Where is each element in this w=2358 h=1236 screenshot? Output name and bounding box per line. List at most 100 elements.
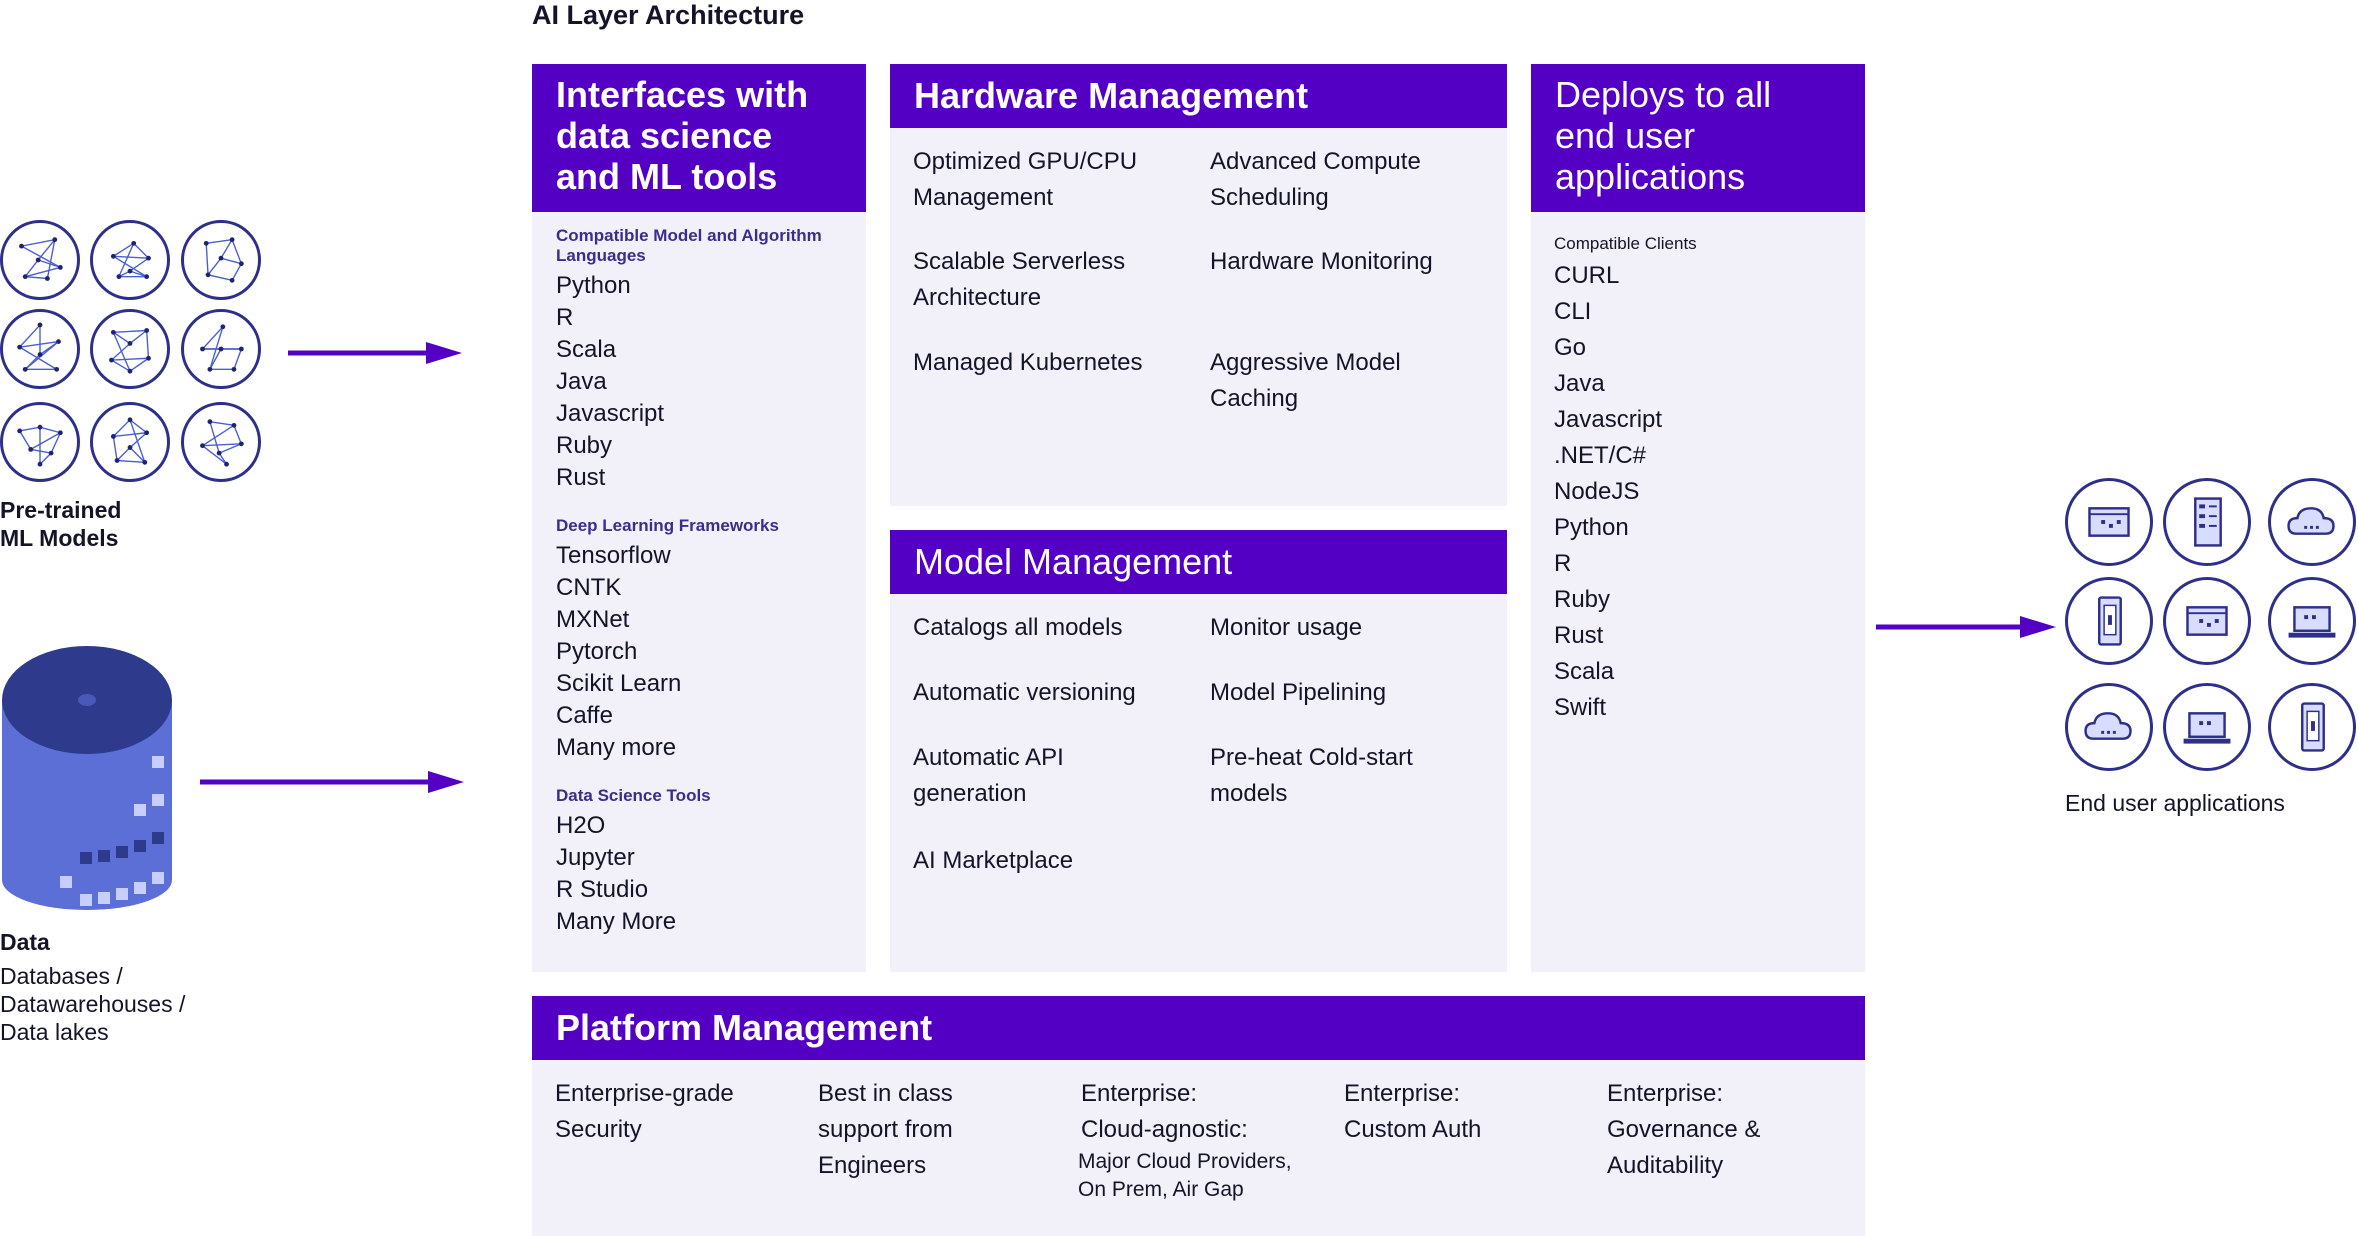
hardware-cell: Managed Kubernetes [913,345,1143,381]
platform-item: Enterprise-grade Security [555,1076,734,1148]
hardware-cell: Aggressive Model Caching [1210,345,1401,417]
arrow-right-icon [288,342,462,364]
client-item: Swift [1554,694,1607,721]
cell-line: Scheduling [1210,184,1329,211]
model-cell: Automatic versioning [913,675,1136,711]
platform-item-line: Best in class [818,1080,953,1107]
neural-network-icon [90,402,170,482]
clients-list: CURL CLI Go Java Javascript .NET/C# NodeJS Pyth… [1554,258,1842,726]
platform-item-line: Security [555,1116,642,1143]
list-item: R [556,304,574,331]
page-title: AI Layer Architecture [532,0,805,30]
arrow-right-icon [1876,616,2056,638]
server-rack-icon [2163,478,2251,566]
neural-network-icon [0,402,80,482]
hardware-header: Hardware Management [890,64,1507,128]
cell-line: Optimized GPU/CPU [913,148,1138,175]
platform-title: Platform Management [556,1007,933,1048]
platform-item-line: Enterprise: [1344,1080,1461,1107]
clients-label: Compatible Clients [1554,234,1697,253]
list-item: H2O [556,812,606,839]
model-cell: Pre-heat Cold-start models [1210,740,1413,812]
browser-window-icon [2065,478,2153,566]
laptop-icon [2268,577,2356,665]
cell-line: Model Pipelining [1210,679,1387,706]
platform-item-line: Governance & [1607,1116,1761,1143]
list-item: Jupyter [556,844,635,871]
cell-line: generation [913,780,1027,807]
model-cell: Catalogs all models [913,610,1122,646]
list-item: Java [556,368,607,395]
cell-line: Automatic API [913,744,1064,771]
cell-line: Management [913,184,1054,211]
hardware-cell: Hardware Monitoring [1210,244,1433,280]
list-item: MXNet [556,606,630,633]
model-panel: Model Management Catalogs all models Mon… [890,530,1507,972]
list-item: Python [556,272,631,299]
deploys-title-line: end user [1555,115,1696,156]
platform-item-note: On Prem, Air Gap [1078,1178,1244,1201]
cell-line: Architecture [913,284,1042,311]
client-item: CURL [1554,262,1620,289]
platform-item-note: Major Cloud Providers, [1078,1150,1292,1173]
list-item: Tensorflow [556,542,671,569]
list-item: Many more [556,734,677,761]
cell-line: Aggressive Model [1210,349,1401,376]
frameworks-section: Deep Learning Frameworks Tensorflow CNTK… [556,516,842,764]
neural-network-icon [0,309,80,389]
client-item: Python [1554,514,1629,541]
client-item: Ruby [1554,586,1611,613]
model-cell: Monitor usage [1210,610,1362,646]
model-cell: Automatic API generation [913,740,1064,812]
deploys-title-line: Deploys to all [1555,74,1772,115]
database-cylinder-icon [2,646,172,910]
section-label: Compatible Model and Algorithm [556,226,822,245]
laptop-icon [2163,683,2251,771]
cell-line: Automatic versioning [913,679,1136,706]
list-item: Javascript [556,400,665,427]
list-item: Rust [556,464,606,491]
client-item: NodeJS [1554,478,1640,505]
hardware-panel: Hardware Management Optimized GPU/CPU Ma… [890,64,1507,506]
list-item: Scikit Learn [556,670,682,697]
model-cell: Model Pipelining [1210,675,1386,711]
list-item: Caffe [556,702,613,729]
platform-item-line: Custom Auth [1344,1116,1482,1143]
model-title: Model Management [914,541,1233,582]
neural-network-icon [181,220,261,300]
hardware-cell: Optimized GPU/CPU Management [913,144,1137,216]
client-item: R [1554,550,1572,577]
data-title: Data [0,929,50,955]
client-item: Java [1554,370,1605,397]
neural-network-icon [0,220,80,300]
list-item: CNTK [556,574,622,601]
cell-line: models [1210,780,1288,807]
end-user-apps-label: End user applications [2065,790,2285,816]
data-sub-line: Data lakes [0,1019,109,1045]
client-item: Rust [1554,622,1604,649]
list-item: R Studio [556,876,649,903]
platform-item: Best in class support from Engineers [818,1076,953,1184]
section-label: Languages [556,246,646,265]
models-label-line: Pre-trained [0,497,122,523]
cell-line: Caching [1210,385,1299,412]
neural-network-icon [90,220,170,300]
neural-network-icon [181,309,261,389]
platform-item: Enterprise: Governance & Auditability [1607,1076,1760,1184]
platform-item-line: support from [818,1116,953,1143]
interfaces-title-line: data science [556,115,773,156]
arrow-right-icon [200,771,464,793]
browser-window-icon [2163,577,2251,665]
platform-item-line: Cloud-agnostic: [1081,1116,1248,1143]
platform-item: Enterprise: Cloud-agnostic: Major Cloud Pr… [1078,1076,1292,1204]
neural-network-icon [90,309,170,389]
clients-section: Compatible Clients CURL CLI Go Java Javascri… [1531,212,1865,726]
interfaces-header: Interfaces with data science and ML tool… [532,64,866,212]
client-item: .NET/C# [1554,442,1647,469]
mobile-phone-icon [2065,577,2153,665]
neural-network-icon [181,402,261,482]
cell-line: Monitor usage [1210,614,1363,641]
platform-item-line: Engineers [818,1152,927,1179]
list-item: Pytorch [556,638,638,665]
hardware-title: Hardware Management [914,75,1309,116]
